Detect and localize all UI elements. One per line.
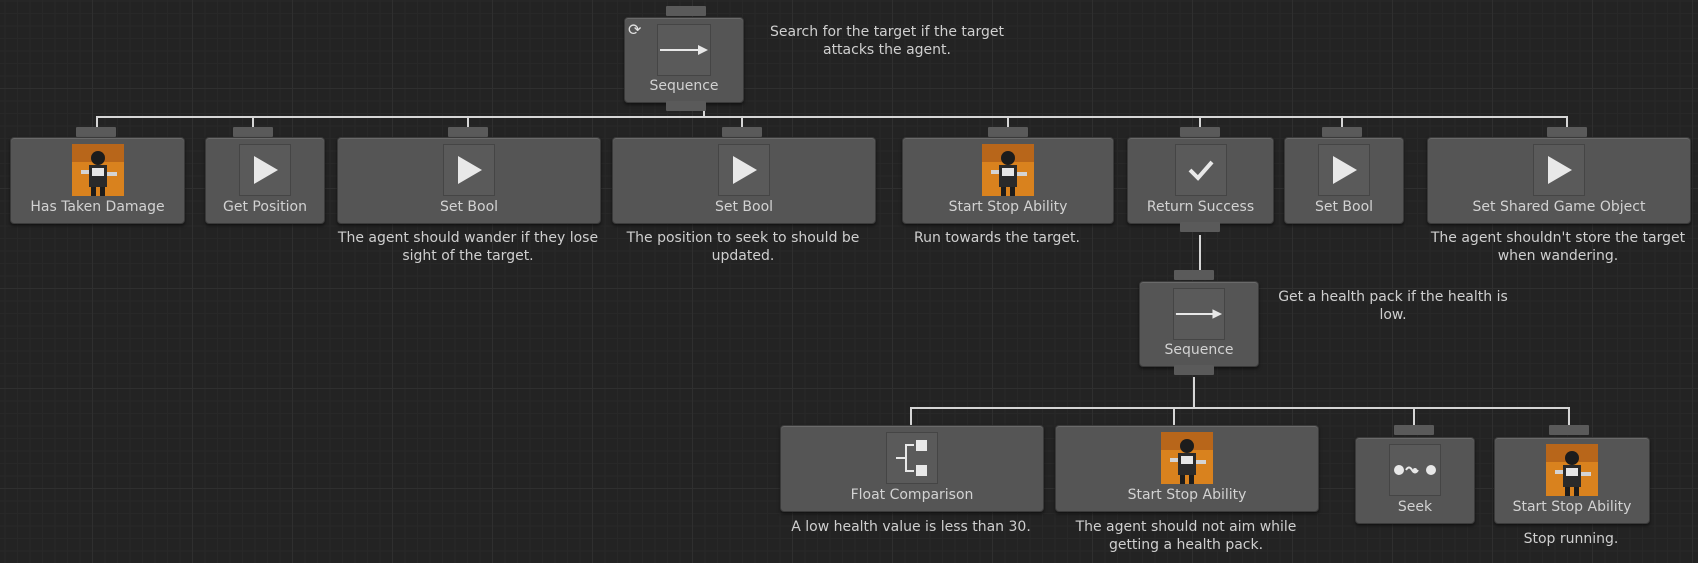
connection-line [1413,407,1415,426]
output-port[interactable] [1180,222,1220,232]
output-port[interactable] [666,101,706,111]
connection-line [1568,407,1570,426]
connection-line [910,407,912,426]
task-node-set-bool[interactable]: Set Bool [612,137,876,224]
task-node-set-bool[interactable]: Set Bool [337,137,601,224]
input-port[interactable] [1549,425,1589,435]
sequence-node-health[interactable]: Sequence [1139,281,1259,367]
input-port[interactable] [722,127,762,137]
restart-icon: ⟳ [628,20,642,39]
node-label: Start Stop Ability [1512,499,1632,515]
node-label: Start Stop Ability [948,199,1068,215]
node-label: Set Bool [439,199,499,215]
input-port[interactable] [1174,270,1214,280]
decorator-node-return-success[interactable]: Return Success [1127,137,1274,224]
input-port[interactable] [1547,127,1587,137]
character-portrait-icon [1546,444,1598,496]
task-node-has-taken-damage[interactable]: Has Taken Damage [10,137,185,224]
checkmark-icon [1174,144,1227,196]
task-node-start-stop-ability[interactable]: Start Stop Ability [1494,437,1650,524]
node-label: Has Taken Damage [30,199,165,215]
node-label: Float Comparison [850,487,974,503]
node-label: Set Shared Game Object [1472,199,1646,215]
node-label: Sequence [649,78,719,94]
node-comment: The agent should wander if they lose sig… [337,230,599,264]
output-port[interactable] [1174,365,1214,375]
task-node-set-shared-game-object[interactable]: Set Shared Game Object [1427,137,1691,224]
task-node-start-stop-ability[interactable]: Start Stop Ability [902,137,1114,224]
node-comment: Run towards the target. [914,230,1080,246]
node-comment: Search for the target if the target atta… [770,24,1004,58]
node-label: Seek [1397,499,1433,515]
task-node-get-position[interactable]: Get Position [205,137,325,224]
play-icon [1533,144,1585,196]
input-port[interactable] [1322,127,1362,137]
connection-line [910,407,1570,409]
connection-line [1199,235,1201,272]
branch-compare-icon [886,432,938,484]
task-node-set-bool[interactable]: Set Bool [1284,137,1404,224]
node-label: Sequence [1164,342,1234,358]
input-port[interactable] [448,127,488,137]
node-comment: Get a health pack if the health is low. [1278,289,1508,323]
node-label: Set Bool [1314,199,1374,215]
play-icon [1318,144,1370,196]
node-comment: The agent should not aim while getting a… [1075,519,1297,553]
input-port[interactable] [666,6,706,16]
path-dots-icon [1389,444,1441,496]
task-node-seek[interactable]: Seek [1355,437,1475,524]
sequence-node-root[interactable]: ⟳ Sequence [624,17,744,103]
node-label: Start Stop Ability [1127,487,1247,503]
node-comment: The position to seek to should be update… [626,230,860,264]
node-label: Return Success [1146,199,1255,215]
node-comment: A low health value is less than 30. [791,519,1031,535]
connection-line [1173,407,1175,426]
input-port[interactable] [1394,425,1434,435]
node-label: Get Position [223,199,307,215]
connection-line [96,116,1568,118]
input-port[interactable] [1180,127,1220,137]
sequence-arrow-icon [1173,288,1225,340]
node-label: Set Bool [714,199,774,215]
character-portrait-icon [1161,432,1213,484]
character-portrait-icon [982,144,1034,196]
character-portrait-icon [71,144,124,196]
play-icon [718,144,770,196]
node-comment: The agent shouldn't store the target whe… [1430,230,1686,264]
node-comment: Stop running. [1523,531,1619,547]
play-icon [239,144,291,196]
conditional-node-float-comparison[interactable]: Float Comparison [780,425,1044,512]
input-port[interactable] [988,127,1028,137]
input-port[interactable] [233,127,273,137]
connection-line [1193,377,1195,408]
behavior-tree-canvas[interactable]: ⟳ Sequence Search for the target if the … [0,0,1698,563]
input-port[interactable] [76,127,116,137]
play-icon [443,144,495,196]
sequence-arrow-icon [657,24,711,76]
task-node-start-stop-ability[interactable]: Start Stop Ability [1055,425,1319,512]
